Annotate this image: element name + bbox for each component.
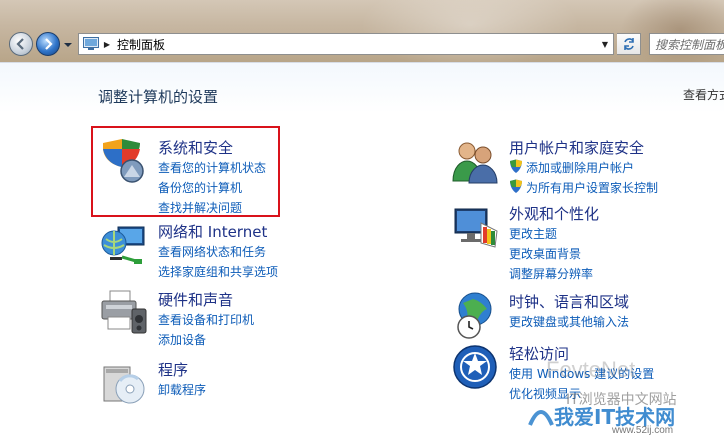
- control-panel-content: 调整计算机的设置 查看方式 系统和安全 查看您的计算机状态 备份您的计算机 查找…: [0, 62, 724, 442]
- users-icon: [452, 142, 498, 184]
- page-title: 调整计算机的设置: [98, 88, 219, 106]
- forward-button[interactable]: [36, 32, 60, 56]
- breadcrumb-separator-icon[interactable]: ▶: [101, 40, 113, 49]
- link-change-keyboard[interactable]: 更改键盘或其他输入法: [509, 313, 629, 330]
- category-title[interactable]: 用户帐户和家庭安全: [509, 137, 644, 158]
- address-bar[interactable]: ▶ 控制面板 ▼: [78, 33, 614, 55]
- programs-cd-icon: [103, 366, 145, 404]
- refresh-button[interactable]: [617, 33, 641, 55]
- control-panel-icon: [81, 34, 101, 54]
- category-title[interactable]: 外观和个性化: [509, 203, 599, 224]
- link-uninstall-program[interactable]: 卸载程序: [158, 381, 206, 398]
- link-recommended-settings[interactable]: 使用 Windows 建议的设置: [509, 365, 654, 382]
- ease-of-access-icon: [453, 345, 497, 389]
- address-dropdown-icon[interactable]: ▼: [597, 34, 613, 54]
- link-devices-printers[interactable]: 查看设备和打印机: [158, 311, 254, 328]
- link-add-device[interactable]: 添加设备: [158, 331, 206, 348]
- link-view-network-status[interactable]: 查看网络状态和任务: [158, 243, 266, 260]
- view-by-label[interactable]: 查看方式: [683, 86, 724, 103]
- refresh-icon: [623, 38, 634, 50]
- back-button[interactable]: [9, 32, 33, 56]
- search-input[interactable]: 搜索控制面板: [649, 33, 724, 55]
- globe-clock-icon: [457, 292, 492, 339]
- highlight-box: [91, 126, 280, 217]
- arrow-right-icon: [45, 38, 53, 50]
- category-title[interactable]: 轻松访问: [509, 343, 569, 364]
- link-change-background[interactable]: 更改桌面背景: [509, 245, 581, 262]
- printer-speaker-icon: [101, 290, 147, 334]
- network-globe-icon: [101, 226, 145, 264]
- category-title[interactable]: 程序: [158, 359, 188, 380]
- window-titlebar: ▶ 控制面板 ▼ 搜索控制面板: [0, 0, 724, 62]
- watermark-text: IT浏览器中文网站: [566, 392, 677, 408]
- breadcrumb-control-panel[interactable]: 控制面板: [113, 36, 165, 53]
- recent-pages-dropdown[interactable]: [63, 40, 73, 50]
- watermark-text: 我爱IT技术网: [554, 405, 676, 429]
- link-text: 添加或删除用户帐户: [526, 161, 635, 175]
- category-title[interactable]: 硬件和声音: [158, 289, 233, 310]
- watermark-url: www.52ij.com: [612, 425, 674, 436]
- link-screen-resolution[interactable]: 调整屏幕分辨率: [509, 265, 593, 282]
- uac-shield-icon: [510, 179, 522, 193]
- watermark-logo-icon: [528, 410, 554, 426]
- link-homegroup-sharing[interactable]: 选择家庭组和共享选项: [158, 263, 278, 280]
- link-parental-controls[interactable]: 为所有用户设置家长控制: [509, 179, 658, 196]
- link-text: 为所有用户设置家长控制: [526, 181, 659, 195]
- arrow-left-icon: [16, 38, 24, 50]
- uac-shield-icon: [510, 159, 522, 173]
- link-add-remove-accounts[interactable]: 添加或删除用户帐户: [509, 159, 634, 176]
- monitor-palette-icon: [454, 208, 498, 248]
- category-title[interactable]: 网络和 Internet: [158, 221, 267, 242]
- link-change-theme[interactable]: 更改主题: [509, 225, 557, 242]
- category-title[interactable]: 时钟、语言和区域: [509, 291, 629, 312]
